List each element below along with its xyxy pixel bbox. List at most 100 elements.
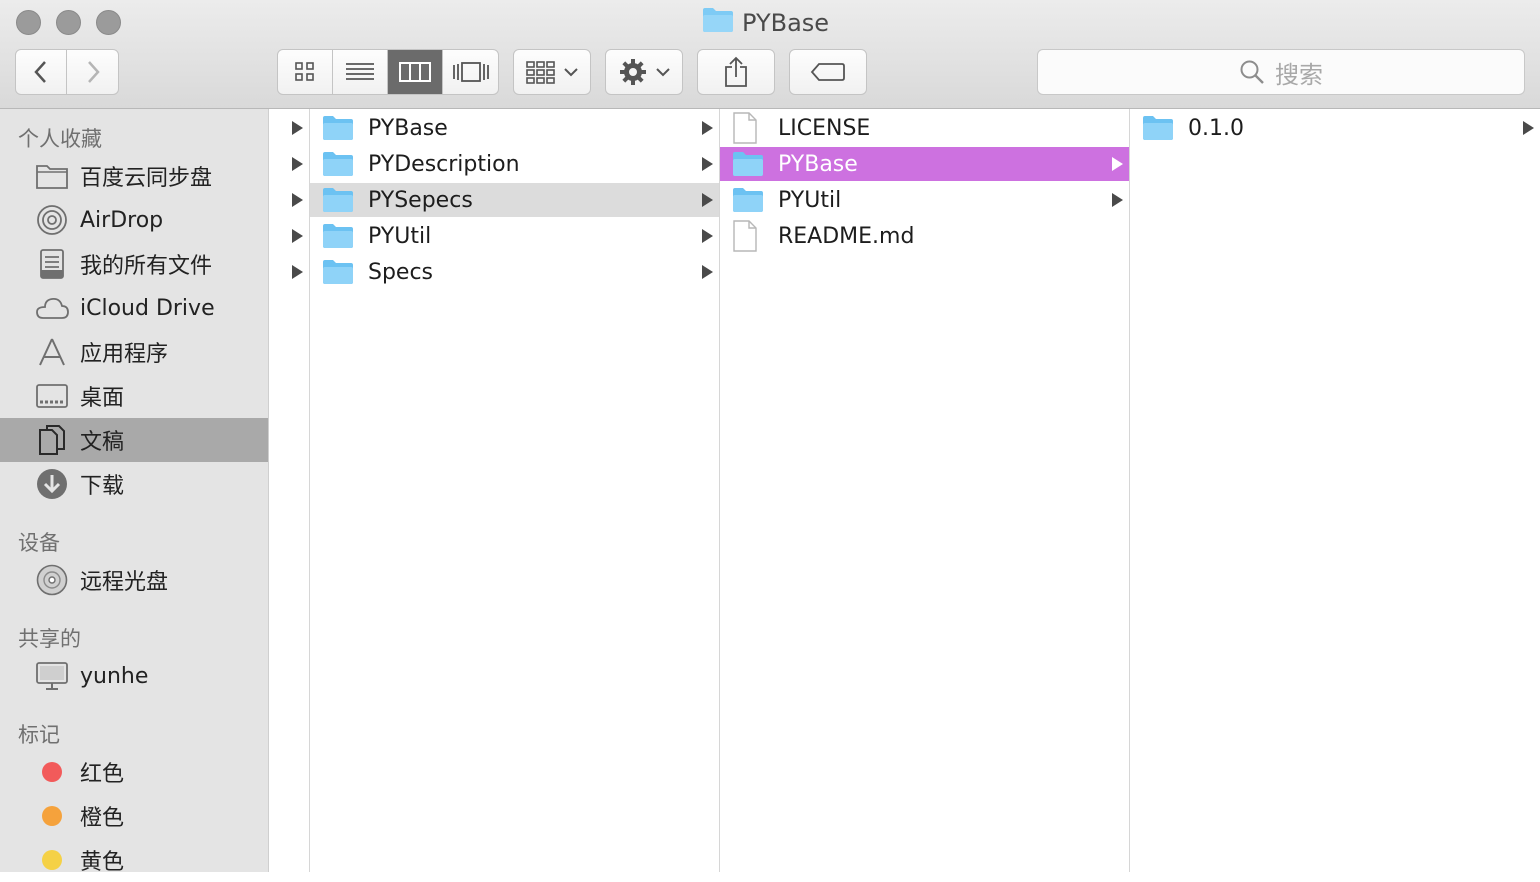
file-icon (732, 220, 764, 252)
sidebar-item-applications[interactable]: 应用程序 (0, 330, 268, 374)
sidebar-item-baidu[interactable]: 百度云同步盘 (0, 154, 268, 198)
window-title-text: PYBase (742, 9, 830, 37)
folder-icon (322, 223, 354, 249)
sidebar-item-label: iCloud Drive (80, 295, 215, 321)
chevron-right-icon (1112, 193, 1123, 207)
tags-button[interactable] (789, 49, 867, 95)
browser-column-1: PYBase PYDescription PYSepecs PYUtil Spe… (310, 109, 720, 872)
folder-icon (34, 160, 70, 192)
disclosure-triangle-icon[interactable] (292, 229, 303, 243)
airdrop-icon (34, 204, 70, 236)
item-name: PYSepecs (368, 187, 473, 213)
list-item[interactable]: PYUtil (310, 219, 719, 253)
tag-dot-icon (34, 844, 70, 876)
sidebar-item-yunhe[interactable]: yunhe (0, 654, 268, 698)
sidebar-section-tags: 标记 (18, 723, 60, 747)
chevron-right-icon (702, 121, 713, 135)
sidebar-item-label: 应用程序 (80, 342, 169, 367)
sidebar-item-label: 桌面 (80, 386, 125, 411)
chevron-down-icon (656, 68, 670, 77)
disclosure-triangle-icon[interactable] (292, 265, 303, 279)
sidebar-item-all-files[interactable]: 我的所有文件 (0, 242, 268, 286)
item-name: PYUtil (778, 187, 842, 213)
browser-column-3: 0.1.0 (1130, 109, 1540, 872)
parent-column (269, 109, 310, 872)
item-name: PYUtil (368, 223, 432, 249)
list-icon (346, 63, 374, 80)
list-item[interactable]: 0.1.0 (1130, 111, 1540, 145)
gear-icon (620, 59, 646, 85)
chevron-right-icon (702, 157, 713, 171)
disclosure-triangle-icon[interactable] (292, 121, 303, 135)
list-item[interactable]: PYDescription (310, 147, 719, 181)
sidebar-section-devices: 设备 (18, 531, 60, 555)
folder-icon (322, 151, 354, 177)
icon-view-button[interactable] (278, 50, 333, 94)
chevron-right-icon (702, 265, 713, 279)
sidebar-item-remote-disc[interactable]: 远程光盘 (0, 558, 268, 602)
folder-icon (322, 187, 354, 213)
sidebar-item-desktop[interactable]: 桌面 (0, 374, 268, 418)
action-button[interactable] (605, 49, 683, 95)
list-item[interactable]: README.md (720, 219, 1129, 253)
list-item[interactable]: PYUtil (720, 183, 1129, 217)
sidebar-section-shared: 共享的 (18, 627, 81, 651)
file-icon (732, 112, 764, 144)
grid-icon (295, 62, 314, 81)
share-button[interactable] (697, 49, 775, 95)
list-view-button[interactable] (333, 50, 388, 94)
chevron-right-icon (702, 193, 713, 207)
close-window-button[interactable] (16, 10, 41, 35)
item-name: 0.1.0 (1188, 115, 1244, 141)
sidebar-section-favorites: 个人收藏 (18, 127, 102, 151)
folder-icon (732, 151, 764, 177)
item-name: PYBase (778, 151, 858, 177)
folder-icon (732, 187, 764, 213)
sidebar-item-downloads[interactable]: 下载 (0, 462, 268, 506)
sidebar-item-label: 百度云同步盘 (80, 166, 213, 191)
tag-dot-icon (34, 756, 70, 788)
applications-icon (34, 336, 70, 368)
folder-icon (1142, 115, 1174, 141)
search-placeholder: 搜索 (1275, 60, 1323, 89)
sidebar-item-label: 远程光盘 (80, 570, 169, 595)
arrange-button[interactable] (513, 49, 591, 95)
computer-icon (34, 660, 70, 692)
cover-flow-button[interactable] (443, 50, 498, 94)
back-button[interactable] (16, 50, 68, 94)
share-icon (725, 56, 747, 87)
sidebar-item-airdrop[interactable]: AirDrop (0, 198, 268, 242)
list-item[interactable]: Specs (310, 255, 719, 289)
disclosure-triangle-icon[interactable] (292, 193, 303, 207)
zoom-window-button[interactable] (96, 10, 121, 35)
sidebar-item-tag-yellow[interactable]: 黄色 (0, 838, 268, 882)
sidebar-item-tag-orange[interactable]: 橙色 (0, 794, 268, 838)
item-name: PYBase (368, 115, 448, 141)
all-files-icon (34, 248, 70, 280)
list-item[interactable]: LICENSE (720, 111, 1129, 145)
sidebar-item-tag-red[interactable]: 红色 (0, 750, 268, 794)
list-item-selected[interactable]: PYSepecs (310, 183, 719, 217)
sidebar: 个人收藏 百度云同步盘 AirDrop 我的所有文件 iCloud Drive … (0, 109, 269, 875)
sidebar-item-documents[interactable]: 文稿 (0, 418, 268, 462)
forward-button[interactable] (67, 50, 118, 94)
disclosure-triangle-icon[interactable] (292, 157, 303, 171)
disc-icon (34, 564, 70, 596)
list-item-selected[interactable]: PYBase (720, 147, 1129, 181)
cloud-icon (34, 292, 70, 324)
desktop-icon (34, 380, 70, 412)
minimize-window-button[interactable] (56, 10, 81, 35)
sidebar-item-label: 我的所有文件 (80, 254, 213, 279)
item-name: README.md (778, 223, 915, 249)
sidebar-item-icloud[interactable]: iCloud Drive (0, 286, 268, 330)
column-view-button[interactable] (388, 50, 443, 94)
chevron-right-icon (702, 229, 713, 243)
folder-icon (322, 115, 354, 141)
search-field[interactable]: 搜索 (1037, 49, 1525, 95)
browser-column-2: LICENSE PYBase PYUtil README.md (720, 109, 1130, 872)
chevron-right-icon (1523, 121, 1534, 135)
list-item[interactable]: PYBase (310, 111, 719, 145)
titlebar: PYBase 搜索 (0, 0, 1540, 109)
columns-icon (399, 62, 431, 82)
sidebar-item-label: 文稿 (80, 430, 125, 455)
